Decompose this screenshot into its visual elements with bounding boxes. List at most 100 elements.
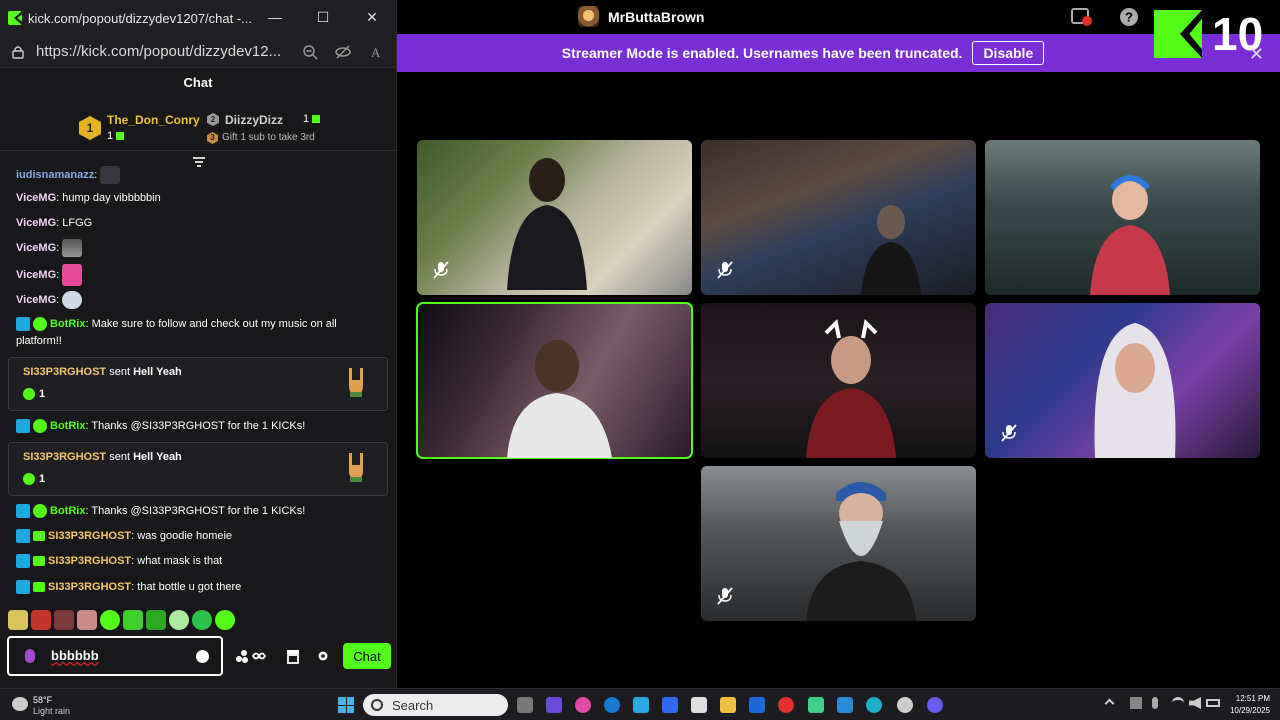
zoom-icon[interactable] — [662, 697, 678, 713]
tray-mic-icon[interactable] — [1152, 697, 1158, 709]
start-windows-icon[interactable] — [338, 697, 354, 713]
emote-icon[interactable] — [169, 610, 189, 630]
message-username[interactable]: BotRix — [50, 318, 85, 330]
message-username[interactable]: ViceMG — [16, 192, 56, 204]
chat-message[interactable]: SI33P3RGHOST: what mask is that — [16, 553, 222, 570]
address-bar[interactable]: https://kick.com/popout/dizzydev12... A — [0, 36, 396, 68]
app-icon[interactable] — [749, 697, 765, 713]
app-icon[interactable] — [837, 697, 853, 713]
picture-in-picture-icon[interactable] — [1070, 6, 1092, 28]
app-icon[interactable] — [633, 697, 649, 713]
leaderboard-first-name[interactable]: The_Don_Conry — [107, 113, 200, 127]
emote-icon[interactable] — [54, 610, 74, 630]
banner-close-icon[interactable]: ✕ — [1249, 44, 1264, 65]
video-tile[interactable] — [417, 140, 692, 295]
copilot-icon[interactable] — [575, 697, 591, 713]
kicks-icon[interactable] — [235, 648, 271, 664]
hp-icon[interactable] — [604, 697, 620, 713]
settings-gear-icon[interactable] — [317, 648, 329, 664]
chat-message[interactable]: SI33P3RGHOST: was goodie homeie — [16, 528, 232, 545]
store-icon[interactable] — [286, 648, 300, 664]
emote-icon[interactable] — [146, 610, 166, 630]
message-username[interactable]: BotRix — [50, 420, 85, 432]
video-tile-speaking[interactable] — [416, 302, 693, 459]
message-username[interactable]: ViceMG — [16, 242, 56, 254]
taskbar-search[interactable]: Search — [363, 694, 508, 716]
kick-favicon-icon — [8, 11, 22, 25]
panda-emote-icon — [62, 264, 83, 286]
emote-icon[interactable] — [77, 610, 97, 630]
discord-icon[interactable] — [927, 697, 943, 713]
url-text[interactable]: https://kick.com/popout/dizzydev12... — [36, 43, 281, 60]
chat-message[interactable]: BotRix: Thanks @SI33P3RGHOST for the 1 K… — [16, 503, 366, 520]
emote-icon[interactable] — [31, 610, 51, 630]
chat-message[interactable]: iudisnamanazz: — [16, 166, 121, 184]
leaderboard-second-name[interactable]: DiizzyDizz — [225, 113, 283, 127]
volume-icon[interactable] — [1189, 697, 1201, 709]
disable-button[interactable]: Disable — [972, 41, 1045, 65]
tray-app-icon[interactable] — [1130, 697, 1142, 709]
moderator-badge-icon — [16, 504, 30, 519]
battery-icon[interactable] — [1206, 699, 1220, 707]
gift-username[interactable]: SI33P3RGHOST — [23, 451, 106, 463]
chat-message[interactable]: ViceMG: — [16, 291, 83, 309]
emoji-picker-icon[interactable] — [196, 650, 209, 663]
chat-message[interactable]: ViceMG: — [16, 264, 83, 286]
message-username[interactable]: SI33P3RGHOST — [48, 581, 131, 593]
chat-input-value[interactable]: bbbbbb — [51, 648, 99, 663]
emote-icon[interactable] — [100, 610, 120, 630]
tray-chevron-icon[interactable] — [1104, 698, 1115, 709]
widgets-icon[interactable] — [546, 697, 562, 713]
message-username[interactable]: ViceMG — [16, 294, 56, 306]
chat-message[interactable]: ViceMG: — [16, 239, 83, 257]
edge-browser-icon[interactable] — [866, 697, 882, 713]
emote-icon[interactable] — [192, 610, 212, 630]
maximize-button[interactable]: ☐ — [314, 9, 332, 27]
message-username[interactable]: iudisnamanazz — [16, 169, 94, 181]
read-aloud-icon[interactable]: A — [369, 44, 385, 60]
chat-message-continuation: platform!! — [16, 335, 62, 347]
gift-card[interactable]: SI33P3RGHOST sent Hell Yeah 1 — [8, 357, 388, 411]
message-username[interactable]: SI33P3RGHOST — [48, 555, 131, 567]
gift-username[interactable]: SI33P3RGHOST — [23, 366, 106, 378]
emote-icon[interactable] — [8, 610, 28, 630]
video-tile[interactable] — [701, 466, 976, 621]
send-chat-button[interactable]: Chat — [343, 643, 391, 669]
streamer-info[interactable]: MrButtaBrown — [578, 6, 704, 27]
message-username[interactable]: BotRix — [50, 505, 85, 517]
wifi-icon[interactable] — [1172, 697, 1184, 709]
message-username[interactable]: SI33P3RGHOST — [48, 530, 131, 542]
app-icon[interactable] — [808, 697, 824, 713]
video-tile[interactable] — [701, 303, 976, 458]
lock-icon[interactable] — [12, 45, 24, 59]
chat-message[interactable]: SI33P3RGHOST: that bottle u got there — [16, 579, 241, 596]
video-tile[interactable] — [985, 303, 1260, 458]
zoom-out-icon[interactable] — [302, 44, 318, 60]
chat-message[interactable]: ViceMG: LFGG — [16, 215, 92, 232]
message-username[interactable]: ViceMG — [16, 217, 56, 229]
chat-message[interactable]: ViceMG: hump day vibbbbbin — [16, 190, 161, 207]
file-explorer-icon[interactable] — [720, 697, 736, 713]
store-app-icon[interactable] — [691, 697, 707, 713]
emote-icon[interactable] — [123, 610, 143, 630]
mic-icon[interactable] — [25, 649, 35, 663]
message-text: Make sure to follow and check out my mus… — [91, 318, 337, 330]
minimize-button[interactable]: — — [266, 9, 284, 27]
gift-card[interactable]: SI33P3RGHOST sent Hell Yeah 1 — [8, 442, 388, 496]
video-tile[interactable] — [701, 140, 976, 295]
settings-app-icon[interactable] — [897, 697, 913, 713]
message-username[interactable]: ViceMG — [16, 269, 56, 281]
chat-message[interactable]: BotRix: Make sure to follow and check ou… — [16, 316, 366, 333]
emote-icon[interactable] — [215, 610, 235, 630]
chat-input[interactable]: bbbbbb — [7, 636, 223, 676]
video-tile[interactable] — [985, 140, 1260, 295]
chat-filter-icon[interactable] — [192, 156, 206, 168]
taskbar-clock[interactable]: 12:51 PM 10/29/2025 — [1226, 693, 1270, 717]
message-text: LFGG — [62, 217, 93, 229]
help-icon[interactable]: ? — [1118, 6, 1140, 28]
task-view-icon[interactable] — [517, 697, 533, 713]
maps-icon[interactable] — [778, 697, 794, 713]
chat-message[interactable]: BotRix: Thanks @SI33P3RGHOST for the 1 K… — [16, 418, 366, 435]
tracking-prevention-icon[interactable] — [335, 44, 351, 60]
close-button[interactable]: ✕ — [363, 9, 381, 27]
